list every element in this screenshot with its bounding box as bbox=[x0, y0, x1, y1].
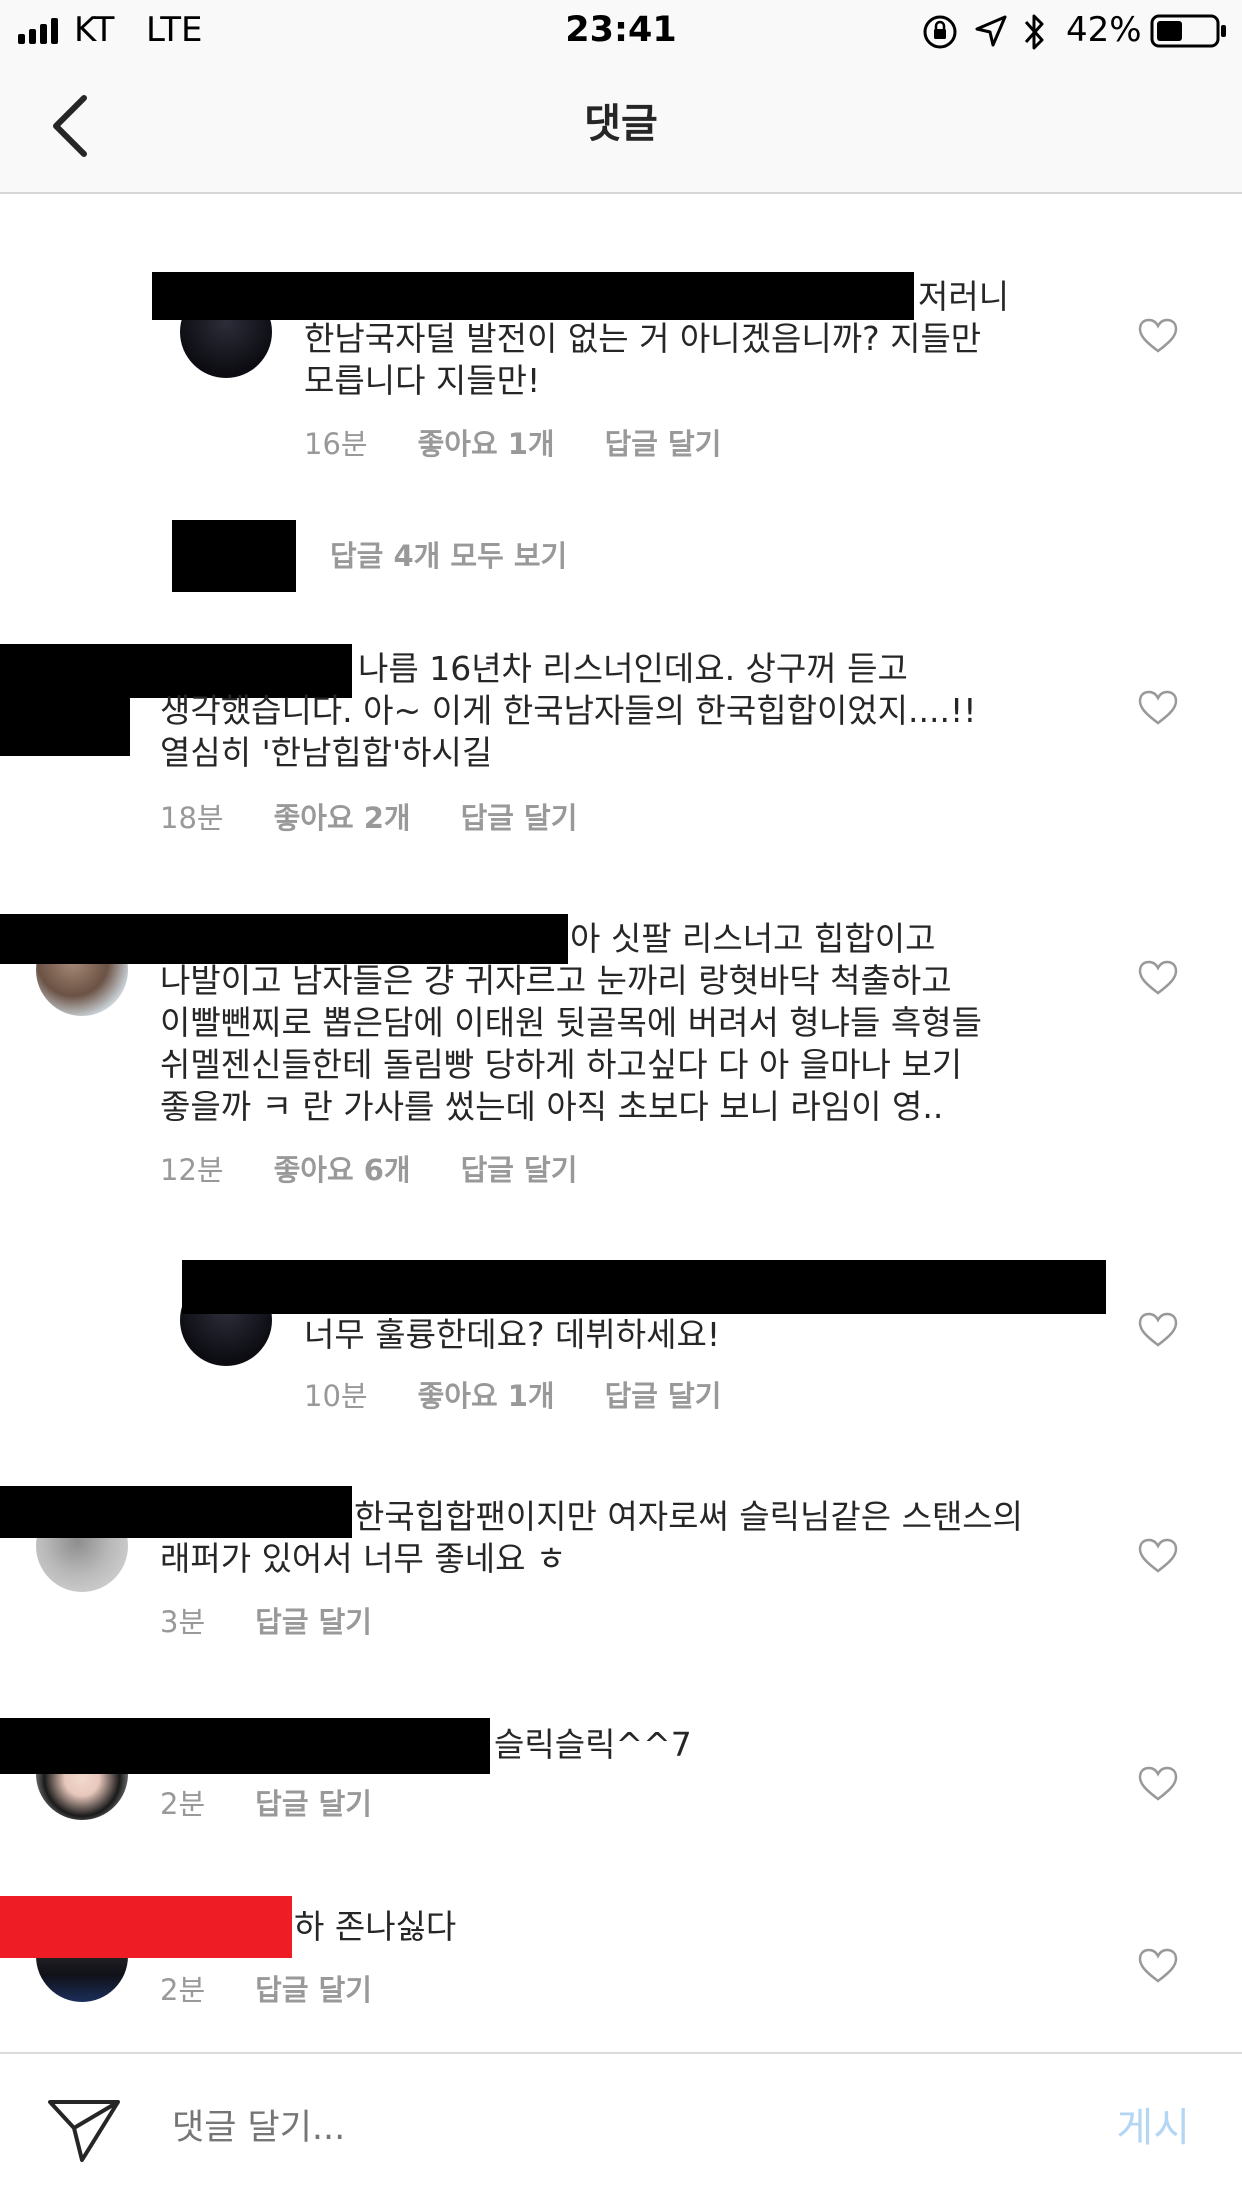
comment-time: 10분 bbox=[304, 1379, 368, 1413]
heart-icon[interactable] bbox=[1138, 690, 1178, 726]
comment-text: 하 존나싫다 bbox=[294, 1907, 457, 1946]
comment-meta: 3분 답글 달기 bbox=[160, 1604, 422, 1640]
like-count[interactable]: 좋아요 2개 bbox=[274, 801, 411, 835]
heart-icon[interactable] bbox=[1138, 1538, 1178, 1574]
reply-button[interactable]: 답글 달기 bbox=[255, 1787, 372, 1821]
reply-button[interactable]: 답글 달기 bbox=[605, 1379, 722, 1413]
comment-meta: 2분 답글 달기 bbox=[160, 1972, 422, 2008]
comment-time: 2분 bbox=[160, 1787, 206, 1821]
comment-meta: 18분 좋아요 2개 답글 달기 bbox=[160, 800, 627, 836]
bluetooth-icon bbox=[1024, 14, 1044, 50]
comment-text: 나발이고 남자들은 걍 귀자르고 눈까리 랑혓바닥 척출하고 bbox=[160, 961, 952, 1000]
post-button[interactable]: 게시 bbox=[1116, 2104, 1190, 2152]
redacted-username bbox=[0, 914, 568, 964]
comment-text: 슬릭슬릭^^7 bbox=[494, 1725, 692, 1764]
comment-text: 너무 훌륭한데요? 데뷔하세요! bbox=[304, 1315, 721, 1354]
comment-time: 18분 bbox=[160, 801, 224, 835]
redacted-username bbox=[0, 1718, 490, 1774]
comment-text: 열심히 '한남힙합'하시길 bbox=[160, 733, 493, 772]
like-count[interactable]: 좋아요 1개 bbox=[418, 427, 555, 461]
reply-button[interactable]: 답글 달기 bbox=[605, 427, 722, 461]
heart-icon[interactable] bbox=[1138, 1948, 1178, 1984]
comment-text: 아 싯팔 리스너고 힙합이고 bbox=[570, 919, 936, 958]
navigation-bar: 댓글 bbox=[0, 62, 1242, 194]
view-replies-link[interactable]: 답글 4개 모두 보기 bbox=[330, 538, 567, 574]
comment-time: 2분 bbox=[160, 1973, 206, 2007]
battery-percent: 42% bbox=[1066, 10, 1142, 50]
battery-icon bbox=[1150, 14, 1226, 48]
location-icon bbox=[975, 15, 1007, 47]
redacted-username bbox=[0, 1896, 292, 1958]
comment-time: 3분 bbox=[160, 1605, 206, 1639]
redacted-avatar bbox=[0, 690, 130, 756]
comment-text: 저러니 bbox=[918, 277, 1010, 316]
heart-icon[interactable] bbox=[1138, 960, 1178, 996]
reply-button[interactable]: 답글 달기 bbox=[255, 1973, 372, 2007]
heart-icon[interactable] bbox=[1138, 1766, 1178, 1802]
comment-input[interactable] bbox=[172, 2106, 1072, 2150]
like-count[interactable]: 좋아요 6개 bbox=[274, 1153, 411, 1187]
comment-text: 나름 16년차 리스너인데요. 상구꺼 듣고 bbox=[358, 649, 908, 688]
clock: 23:41 bbox=[565, 10, 677, 50]
redacted-username bbox=[152, 272, 914, 320]
direct-message-icon[interactable] bbox=[46, 2094, 122, 2166]
reply-button[interactable]: 답글 달기 bbox=[255, 1605, 372, 1639]
heart-icon[interactable] bbox=[1138, 1312, 1178, 1348]
orientation-lock-icon bbox=[923, 15, 957, 49]
comment-meta: 10분 좋아요 1개 답글 달기 bbox=[304, 1378, 771, 1414]
comment-text: 좋을까 ㅋ 란 가사를 썼는데 아직 초보다 보니 라임이 영.. bbox=[160, 1087, 944, 1126]
comment-text: 한국힙합팬이지만 여자로써 슬릭님같은 스탠스의 bbox=[354, 1497, 1024, 1536]
reply-button[interactable]: 답글 달기 bbox=[461, 1153, 578, 1187]
comment-text: 모릅니다 지들만! bbox=[304, 361, 541, 400]
reply-button[interactable]: 답글 달기 bbox=[461, 801, 578, 835]
redacted-username bbox=[0, 1486, 352, 1538]
comment-text: 쉬멜젠신들한테 돌림빵 당하게 하고싶다 다 아 을마나 보기 bbox=[160, 1045, 963, 1084]
redacted-username bbox=[182, 1260, 1106, 1314]
heart-icon[interactable] bbox=[1138, 318, 1178, 354]
comment-time: 12분 bbox=[160, 1153, 224, 1187]
comment-text: 한남국자덜 발전이 없는 거 아니겠음니까? 지들만 bbox=[304, 319, 982, 358]
redacted-image bbox=[172, 520, 296, 592]
page-title: 댓글 bbox=[584, 101, 658, 147]
like-count[interactable]: 좋아요 1개 bbox=[418, 1379, 555, 1413]
comment-meta: 16분 좋아요 1개 답글 달기 bbox=[304, 426, 771, 462]
comment-composer: 게시 bbox=[0, 2052, 1242, 2210]
comment-text: 이빨뺀찌로 뽑은담에 이태원 뒷골목에 버려서 형냐들 흑형들 bbox=[160, 1003, 982, 1042]
comment-text: 생각했습니다. 아~ 이게 한국남자들의 한국힙합이었지....!! bbox=[160, 691, 977, 730]
comment-text: 래퍼가 있어서 너무 좋네요 ㅎ bbox=[160, 1539, 567, 1578]
comment-time: 16분 bbox=[304, 427, 368, 461]
comment-meta: 2분 답글 달기 bbox=[160, 1786, 422, 1822]
status-bar: KT LTE 23:41 42% bbox=[0, 0, 1242, 62]
comment-meta: 12분 좋아요 6개 답글 달기 bbox=[160, 1152, 627, 1188]
